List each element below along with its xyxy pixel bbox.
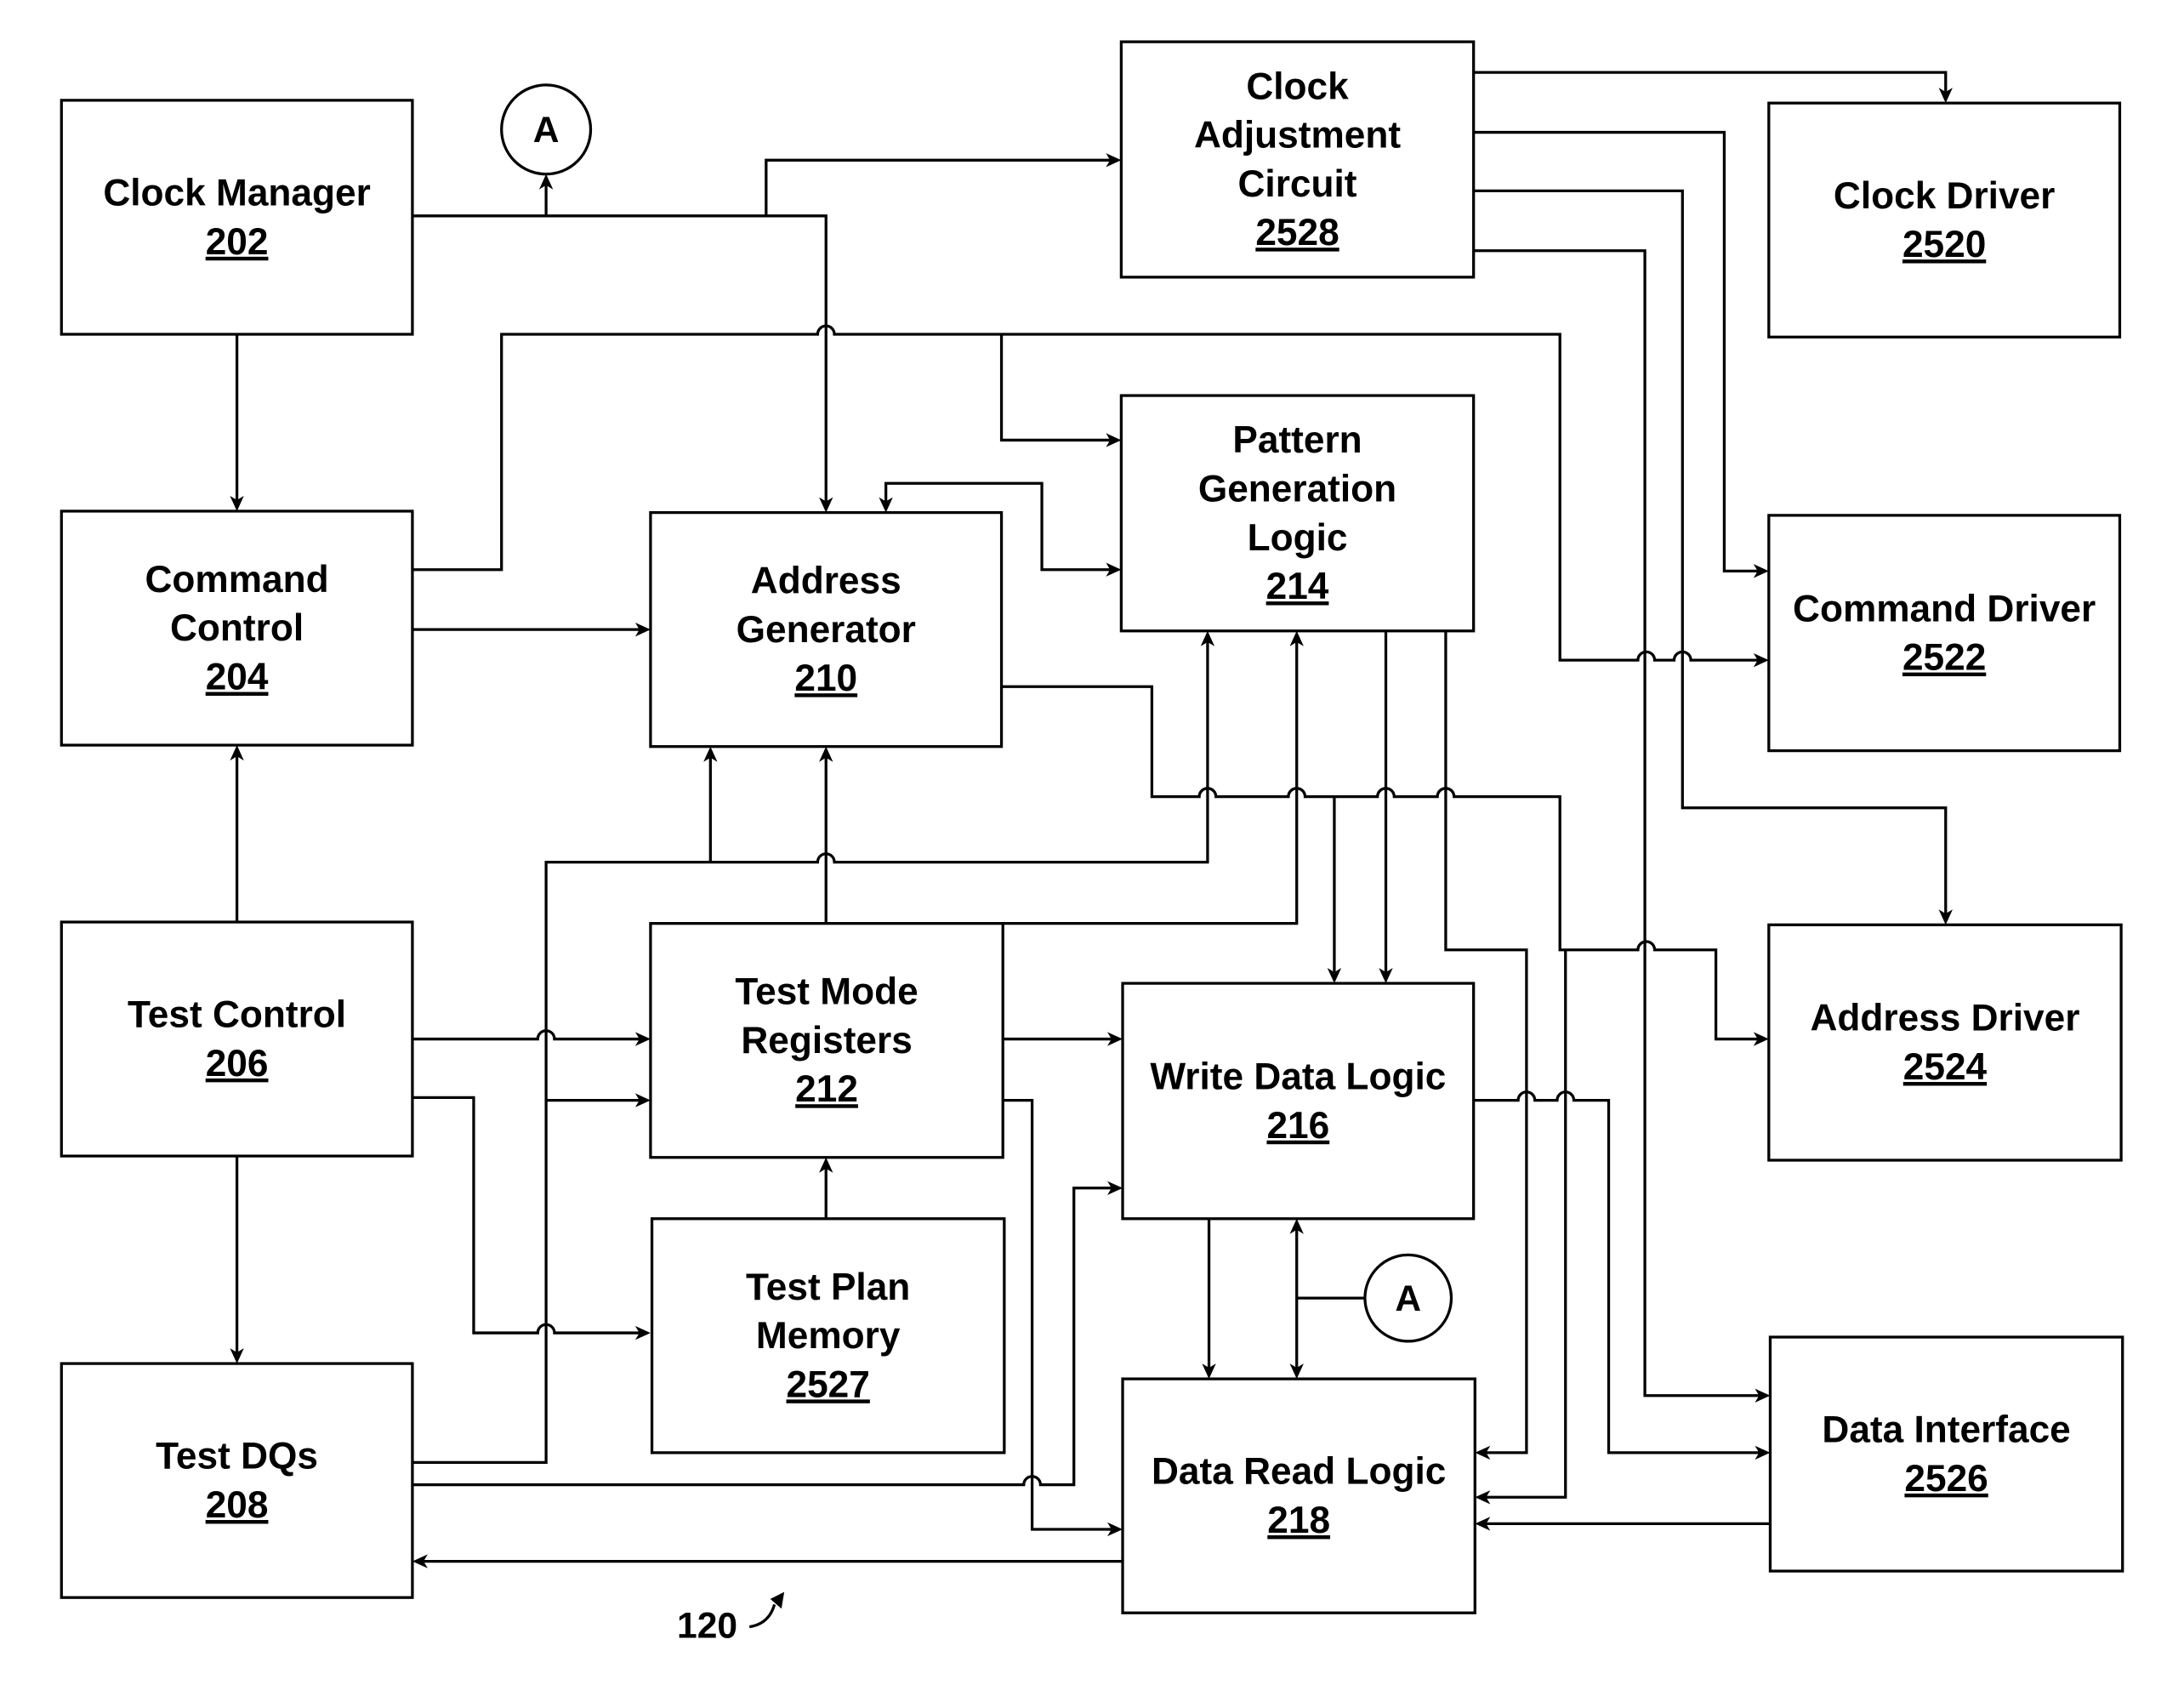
arrowheads <box>230 88 1953 1609</box>
block-clock-adjustment-circuit: Clock Adjustment Circuit 2528 <box>1119 40 1476 279</box>
wires <box>235 71 1948 1629</box>
block-title-line: Data Read Logic <box>1152 1451 1446 1493</box>
block-title-line: Pattern <box>1232 419 1362 461</box>
block-reference-number: 206 <box>206 1043 269 1084</box>
wire-clockadj-to-clockdrv <box>1473 71 1948 94</box>
block-address-driver: Address Driver 2524 <box>1767 923 2123 1162</box>
block-reference-number: 204 <box>206 657 269 698</box>
block-title-line: Command <box>145 559 329 601</box>
block-test-plan-memory: Test Plan Memory 2527 <box>650 1217 1006 1454</box>
block-clock-driver: Clock Driver 2520 <box>1767 101 2122 339</box>
block-reference-number: 216 <box>1266 1105 1329 1147</box>
block-title-line: Test DQs <box>156 1436 318 1477</box>
block-border <box>1767 514 2122 753</box>
block-reference-number: 2520 <box>1902 224 1986 265</box>
connector-label: A <box>533 110 560 151</box>
ref-leader-line <box>748 1603 776 1629</box>
connector-label: A <box>1395 1278 1421 1319</box>
block-clock-manager: Clock Manager 202 <box>60 99 414 336</box>
block-write-data-logic: Write Data Logic 216 <box>1121 982 1476 1221</box>
block-reference-number: 2524 <box>1903 1046 1988 1088</box>
block-title-line: Address <box>751 561 901 602</box>
wire-cmdctrl-bus <box>412 324 1760 662</box>
block-title-line: Data Interface <box>1822 1409 2070 1451</box>
connector-a-bottom: A <box>1363 1253 1453 1343</box>
block-data-interface: Data Interface 2526 <box>1768 1335 2124 1573</box>
block-title-line: Test Control <box>128 994 346 1036</box>
block-reference-number: 208 <box>206 1484 269 1526</box>
wire-testctrl-to-tmr <box>412 1029 641 1041</box>
block-title-line: Generation <box>1198 468 1396 509</box>
block-title-line: Memory <box>756 1315 901 1357</box>
wire-tmr-to-drl <box>1003 1098 1112 1531</box>
wire-clockadj-to-datainterface <box>1473 249 1760 1397</box>
block-test-dqs: Test DQs 208 <box>60 1362 414 1599</box>
block-border <box>1121 982 1476 1221</box>
figure-reference-numeral: 120 <box>677 1606 737 1647</box>
block-border <box>1121 1377 1476 1614</box>
wire-clockadj-to-cmddrv <box>1473 130 1760 573</box>
block-address-generator: Address Generator 210 <box>649 510 1004 749</box>
block-data-read-logic: Data Read Logic 218 <box>1121 1377 1476 1614</box>
wire-clockmgr-bus <box>412 214 828 502</box>
block-title-line: Clock Manager <box>103 173 370 214</box>
block-reference-number: 218 <box>1267 1500 1330 1541</box>
block-reference-number: 212 <box>795 1068 858 1110</box>
block-pattern-generation-logic: Pattern Generation Logic 214 <box>1119 394 1476 633</box>
block-reference-number: 202 <box>206 221 269 263</box>
wire-tmr-to-patgen <box>1003 640 1299 925</box>
block-test-mode-registers: Test Mode Registers 212 <box>649 922 1004 1159</box>
block-title-line: Control <box>170 607 304 649</box>
block-title-line: Logic <box>1248 517 1348 559</box>
block-border <box>60 99 414 336</box>
block-diagram: Clock Manager 202 Command Control 204 Test Co… <box>60 40 2124 1647</box>
block-border <box>1767 101 2122 339</box>
block-reference-number: 214 <box>1266 566 1329 607</box>
block-command-control: Command Control 204 <box>60 509 414 747</box>
block-title-line: Test Mode <box>735 971 918 1013</box>
wire-clockmgr-to-clockadj <box>765 158 1112 216</box>
block-border <box>60 1362 414 1599</box>
block-border <box>1768 1335 2124 1573</box>
block-command-driver: Command Driver 2522 <box>1767 514 2122 753</box>
wire-wdl-bus <box>1473 1090 1760 1454</box>
block-reference-number: 2526 <box>1904 1458 1988 1500</box>
block-reference-number: 2527 <box>787 1363 870 1405</box>
block-title-line: Registers <box>741 1020 912 1062</box>
block-title-line: Write Data Logic <box>1150 1056 1446 1098</box>
block-title-line: Adjustment <box>1194 115 1401 157</box>
wire-cmdctrl-to-patgen <box>999 333 1112 442</box>
block-title-line: Command Driver <box>1793 588 2096 629</box>
block-reference-number: 2528 <box>1255 212 1339 253</box>
block-reference-number: 210 <box>794 657 857 699</box>
block-title-line: Circuit <box>1238 163 1357 205</box>
block-border <box>1767 923 2123 1162</box>
block-border <box>60 920 414 1158</box>
block-title-line: Clock <box>1246 65 1349 107</box>
wire-testctrl-to-tpm <box>412 1096 641 1335</box>
arrowhead-icon <box>770 1591 785 1609</box>
block-title-line: Generator <box>737 609 916 651</box>
block-test-control: Test Control 206 <box>60 920 414 1158</box>
block-reference-number: 2522 <box>1902 637 1986 679</box>
connector-a-top: A <box>500 83 593 176</box>
block-title-line: Test Plan <box>746 1267 910 1308</box>
block-title-line: Clock Driver <box>1834 175 2055 217</box>
blocks: Clock Manager 202 Command Control 204 Test Co… <box>60 40 2124 1614</box>
block-title-line: Address Driver <box>1810 998 2079 1039</box>
